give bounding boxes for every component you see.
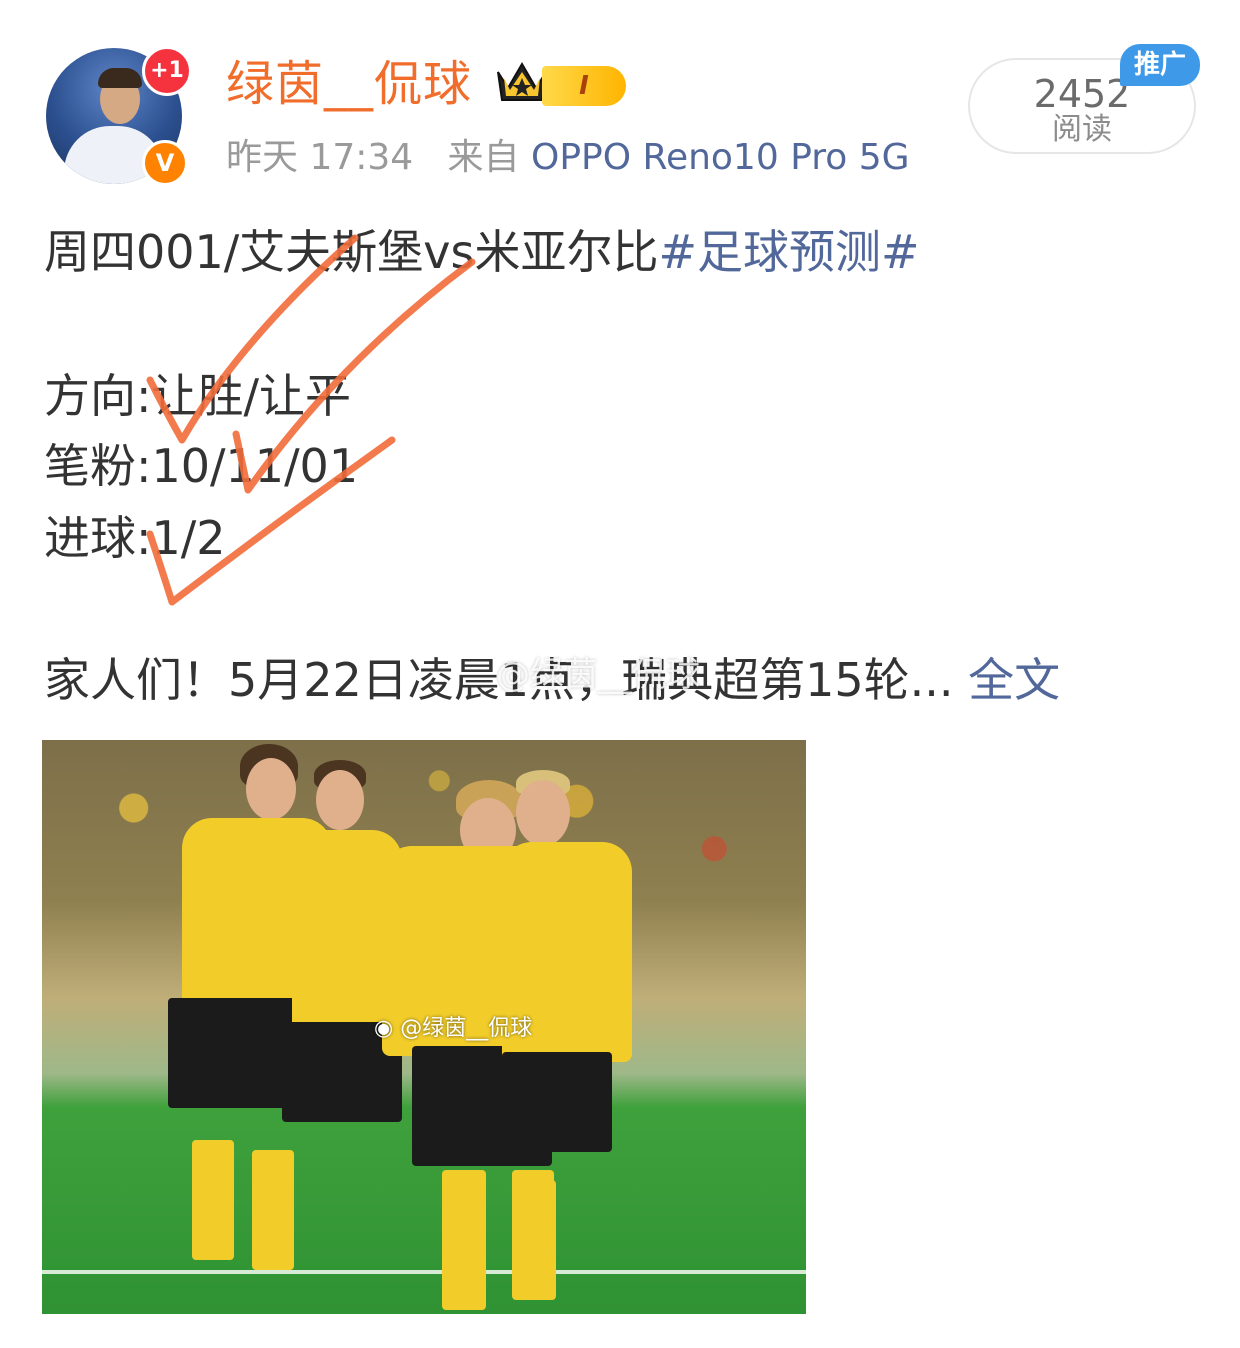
weibo-logo-icon: ◉ xyxy=(374,1016,394,1041)
author-name[interactable]: 绿茵__侃球 xyxy=(226,52,472,116)
post-photo[interactable]: ◉ @绿茵__侃球 xyxy=(42,740,806,1314)
scores-line: 笔粉:10/11/01 xyxy=(44,439,359,493)
pitch-line xyxy=(42,1270,806,1274)
photo-watermark: ◉ @绿茵__侃球 xyxy=(374,1016,533,1041)
hashtag-link[interactable]: #足球预测# xyxy=(659,225,920,279)
headline-text: 周四001/艾夫斯堡vs米亚尔比 xyxy=(44,225,659,279)
goals-line: 进球:1/2 xyxy=(44,511,226,565)
level-badge[interactable]: I xyxy=(542,66,626,106)
post-meta: 昨天 17:34 来自 OPPO Reno10 Pro 5G xyxy=(226,134,910,182)
source-prefix: 来自 xyxy=(447,137,520,178)
source-device[interactable]: OPPO Reno10 Pro 5G xyxy=(531,137,910,178)
notification-badge: +1 xyxy=(142,46,192,96)
post-time: 昨天 17:34 xyxy=(226,137,414,178)
promo-badge: 推广 xyxy=(1120,44,1200,86)
headline-line: 周四001/艾夫斯堡vs米亚尔比#足球预测# xyxy=(44,222,920,282)
verified-v-icon: V xyxy=(142,140,188,186)
avatar-hair xyxy=(98,68,142,88)
fulltext-link[interactable]: 全文 xyxy=(968,653,1060,707)
read-label: 阅读 xyxy=(1052,112,1112,147)
direction-line: 方向:让胜/让平 xyxy=(44,369,351,423)
text-watermark: @绿茵__侃球 xyxy=(496,655,700,695)
